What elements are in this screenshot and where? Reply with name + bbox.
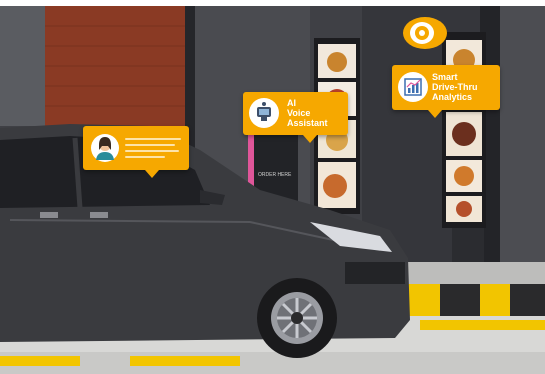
callout-smart-analytics-title: Smart Drive-Thru Analytics — [432, 72, 478, 102]
callout-user — [83, 126, 189, 178]
order-here-sign: ORDER HERE — [258, 172, 292, 178]
drive-thru-scene: ORDER HERE AI Voice Assistant Smart Driv… — [0, 0, 545, 374]
scene-illustration: ORDER HERE — [0, 0, 545, 374]
voice-assistant-device-icon — [249, 98, 279, 128]
callout-ai-voice-assistant-title: AI Voice Assistant — [287, 98, 328, 128]
camera-lens-icon — [402, 16, 448, 50]
user-avatar-icon — [91, 134, 119, 162]
callout-ai-voice-assistant: AI Voice Assistant — [243, 92, 348, 143]
placeholder-text-lines — [125, 138, 181, 162]
analytics-chart-icon — [398, 72, 428, 102]
callout-smart-analytics: Smart Drive-Thru Analytics — [392, 65, 500, 118]
brick-wall — [45, 6, 185, 128]
